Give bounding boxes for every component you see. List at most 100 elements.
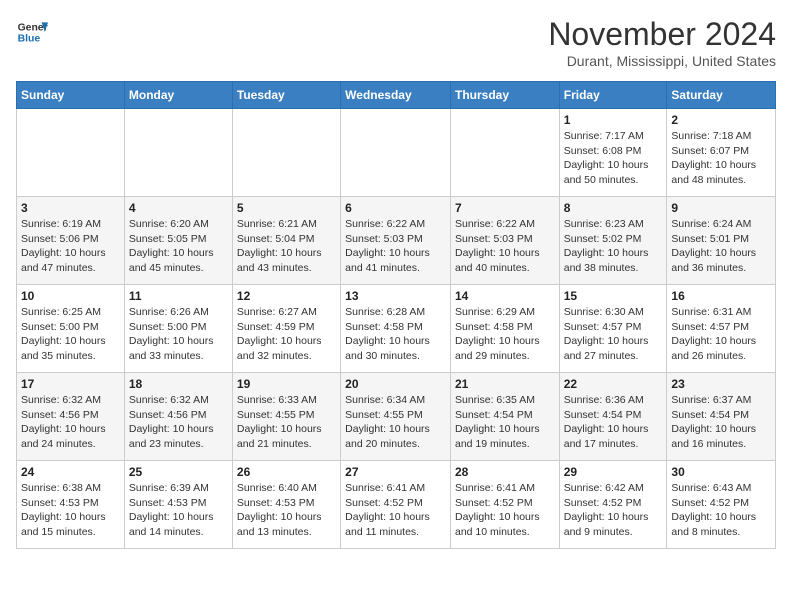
day-info: Sunrise: 6:43 AM Sunset: 4:52 PM Dayligh… [671, 481, 771, 540]
day-info: Sunrise: 6:34 AM Sunset: 4:55 PM Dayligh… [345, 393, 446, 452]
weekday-header: Wednesday [341, 82, 451, 109]
day-info: Sunrise: 7:17 AM Sunset: 6:08 PM Dayligh… [564, 129, 663, 188]
day-number: 29 [564, 465, 663, 479]
calendar-cell: 21 Sunrise: 6:35 AM Sunset: 4:54 PM Dayli… [450, 373, 559, 461]
page-header: General Blue November 2024 Durant, Missi… [16, 16, 776, 69]
day-number: 20 [345, 377, 446, 391]
day-number: 19 [237, 377, 336, 391]
day-number: 26 [237, 465, 336, 479]
calendar-cell: 26 Sunrise: 6:40 AM Sunset: 4:53 PM Dayli… [232, 461, 340, 549]
calendar-week-row: 24 Sunrise: 6:38 AM Sunset: 4:53 PM Dayli… [17, 461, 776, 549]
calendar-week-row: 10 Sunrise: 6:25 AM Sunset: 5:00 PM Dayli… [17, 285, 776, 373]
day-info: Sunrise: 6:20 AM Sunset: 5:05 PM Dayligh… [129, 217, 228, 276]
calendar-cell: 8 Sunrise: 6:23 AM Sunset: 5:02 PM Daylig… [559, 197, 667, 285]
day-number: 7 [455, 201, 555, 215]
day-info: Sunrise: 6:33 AM Sunset: 4:55 PM Dayligh… [237, 393, 336, 452]
calendar-cell: 16 Sunrise: 6:31 AM Sunset: 4:57 PM Dayli… [667, 285, 776, 373]
calendar-cell: 7 Sunrise: 6:22 AM Sunset: 5:03 PM Daylig… [450, 197, 559, 285]
calendar-cell: 19 Sunrise: 6:33 AM Sunset: 4:55 PM Dayli… [232, 373, 340, 461]
day-info: Sunrise: 6:41 AM Sunset: 4:52 PM Dayligh… [345, 481, 446, 540]
day-info: Sunrise: 6:26 AM Sunset: 5:00 PM Dayligh… [129, 305, 228, 364]
day-number: 12 [237, 289, 336, 303]
day-info: Sunrise: 6:27 AM Sunset: 4:59 PM Dayligh… [237, 305, 336, 364]
day-number: 24 [21, 465, 120, 479]
day-number: 21 [455, 377, 555, 391]
calendar-cell [124, 109, 232, 197]
logo-icon: General Blue [16, 16, 48, 48]
calendar-cell: 13 Sunrise: 6:28 AM Sunset: 4:58 PM Dayli… [341, 285, 451, 373]
day-info: Sunrise: 6:36 AM Sunset: 4:54 PM Dayligh… [564, 393, 663, 452]
day-info: Sunrise: 6:40 AM Sunset: 4:53 PM Dayligh… [237, 481, 336, 540]
calendar-cell: 1Sunrise: 7:17 AM Sunset: 6:08 PM Daylig… [559, 109, 667, 197]
day-number: 6 [345, 201, 446, 215]
day-number: 16 [671, 289, 771, 303]
day-number: 3 [21, 201, 120, 215]
calendar-week-row: 17 Sunrise: 6:32 AM Sunset: 4:56 PM Dayli… [17, 373, 776, 461]
day-info: Sunrise: 7:18 AM Sunset: 6:07 PM Dayligh… [671, 129, 771, 188]
month-title: November 2024 [548, 16, 776, 53]
day-info: Sunrise: 6:23 AM Sunset: 5:02 PM Dayligh… [564, 217, 663, 276]
weekday-header: Thursday [450, 82, 559, 109]
calendar-cell: 9Sunrise: 6:24 AM Sunset: 5:01 PM Daylig… [667, 197, 776, 285]
day-info: Sunrise: 6:42 AM Sunset: 4:52 PM Dayligh… [564, 481, 663, 540]
calendar-week-row: 3 Sunrise: 6:19 AM Sunset: 5:06 PM Daylig… [17, 197, 776, 285]
day-number: 2 [671, 113, 771, 127]
day-info: Sunrise: 6:28 AM Sunset: 4:58 PM Dayligh… [345, 305, 446, 364]
weekday-header: Tuesday [232, 82, 340, 109]
day-number: 23 [671, 377, 771, 391]
calendar-cell: 12 Sunrise: 6:27 AM Sunset: 4:59 PM Dayli… [232, 285, 340, 373]
logo: General Blue [16, 16, 48, 48]
day-number: 15 [564, 289, 663, 303]
day-info: Sunrise: 6:29 AM Sunset: 4:58 PM Dayligh… [455, 305, 555, 364]
calendar-cell: 29 Sunrise: 6:42 AM Sunset: 4:52 PM Dayli… [559, 461, 667, 549]
day-info: Sunrise: 6:32 AM Sunset: 4:56 PM Dayligh… [21, 393, 120, 452]
location: Durant, Mississippi, United States [548, 53, 776, 69]
day-number: 11 [129, 289, 228, 303]
weekday-header: Saturday [667, 82, 776, 109]
day-info: Sunrise: 6:38 AM Sunset: 4:53 PM Dayligh… [21, 481, 120, 540]
calendar-cell: 3 Sunrise: 6:19 AM Sunset: 5:06 PM Daylig… [17, 197, 125, 285]
calendar-cell: 15 Sunrise: 6:30 AM Sunset: 4:57 PM Dayli… [559, 285, 667, 373]
day-number: 14 [455, 289, 555, 303]
calendar-cell: 11 Sunrise: 6:26 AM Sunset: 5:00 PM Dayli… [124, 285, 232, 373]
calendar-cell: 25 Sunrise: 6:39 AM Sunset: 4:53 PM Dayli… [124, 461, 232, 549]
day-number: 28 [455, 465, 555, 479]
day-number: 8 [564, 201, 663, 215]
day-number: 27 [345, 465, 446, 479]
day-info: Sunrise: 6:19 AM Sunset: 5:06 PM Dayligh… [21, 217, 120, 276]
calendar-cell: 30 Sunrise: 6:43 AM Sunset: 4:52 PM Dayli… [667, 461, 776, 549]
calendar-week-row: 1Sunrise: 7:17 AM Sunset: 6:08 PM Daylig… [17, 109, 776, 197]
day-info: Sunrise: 6:21 AM Sunset: 5:04 PM Dayligh… [237, 217, 336, 276]
day-number: 17 [21, 377, 120, 391]
day-number: 13 [345, 289, 446, 303]
calendar-cell: 18Sunrise: 6:32 AM Sunset: 4:56 PM Dayli… [124, 373, 232, 461]
calendar-table: SundayMondayTuesdayWednesdayThursdayFrid… [16, 81, 776, 549]
day-number: 25 [129, 465, 228, 479]
calendar-cell: 24 Sunrise: 6:38 AM Sunset: 4:53 PM Dayli… [17, 461, 125, 549]
day-info: Sunrise: 6:22 AM Sunset: 5:03 PM Dayligh… [345, 217, 446, 276]
calendar-cell: 2 Sunrise: 7:18 AM Sunset: 6:07 PM Daylig… [667, 109, 776, 197]
weekday-header: Monday [124, 82, 232, 109]
day-info: Sunrise: 6:25 AM Sunset: 5:00 PM Dayligh… [21, 305, 120, 364]
weekday-header: Sunday [17, 82, 125, 109]
day-number: 30 [671, 465, 771, 479]
day-info: Sunrise: 6:22 AM Sunset: 5:03 PM Dayligh… [455, 217, 555, 276]
calendar-cell: 23 Sunrise: 6:37 AM Sunset: 4:54 PM Dayli… [667, 373, 776, 461]
day-info: Sunrise: 6:35 AM Sunset: 4:54 PM Dayligh… [455, 393, 555, 452]
day-info: Sunrise: 6:30 AM Sunset: 4:57 PM Dayligh… [564, 305, 663, 364]
day-number: 22 [564, 377, 663, 391]
calendar-cell: 17 Sunrise: 6:32 AM Sunset: 4:56 PM Dayli… [17, 373, 125, 461]
calendar-cell: 20 Sunrise: 6:34 AM Sunset: 4:55 PM Dayli… [341, 373, 451, 461]
calendar-cell: 6 Sunrise: 6:22 AM Sunset: 5:03 PM Daylig… [341, 197, 451, 285]
calendar-header-row: SundayMondayTuesdayWednesdayThursdayFrid… [17, 82, 776, 109]
day-number: 10 [21, 289, 120, 303]
calendar-cell [341, 109, 451, 197]
day-info: Sunrise: 6:37 AM Sunset: 4:54 PM Dayligh… [671, 393, 771, 452]
calendar-cell [232, 109, 340, 197]
calendar-cell [450, 109, 559, 197]
day-info: Sunrise: 6:39 AM Sunset: 4:53 PM Dayligh… [129, 481, 228, 540]
calendar-cell: 5Sunrise: 6:21 AM Sunset: 5:04 PM Daylig… [232, 197, 340, 285]
day-info: Sunrise: 6:31 AM Sunset: 4:57 PM Dayligh… [671, 305, 771, 364]
calendar-cell: 10 Sunrise: 6:25 AM Sunset: 5:00 PM Dayli… [17, 285, 125, 373]
day-number: 4 [129, 201, 228, 215]
